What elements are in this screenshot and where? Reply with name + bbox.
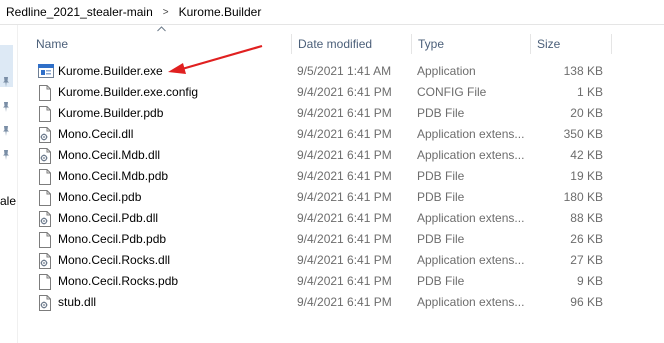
file-date-modified: 9/4/2021 6:41 PM [297, 106, 392, 120]
file-date-modified: 9/4/2021 6:41 PM [297, 127, 392, 141]
column-header-name[interactable]: Name [30, 34, 292, 54]
navigation-pane[interactable]: ale [0, 25, 18, 343]
pin-icon[interactable] [0, 76, 12, 88]
file-size: 20 KB [570, 106, 603, 120]
file-row[interactable]: Kurome.Builder.exe.config 9/4/2021 6:41 P… [34, 82, 611, 103]
file-name: Mono.Cecil.Mdb.pdb [58, 169, 169, 183]
file-date-modified: 9/4/2021 6:41 PM [297, 85, 392, 99]
exe-application-icon [38, 61, 54, 82]
file-size: 19 KB [570, 169, 603, 183]
file-type: PDB File [417, 169, 465, 183]
file-size: 88 KB [570, 211, 603, 225]
file-type: Application [417, 64, 476, 78]
file-type: PDB File [417, 232, 465, 246]
dll-file-icon [38, 208, 54, 229]
file-size: 1 KB [576, 85, 603, 99]
dll-file-icon [38, 124, 54, 145]
breadcrumb-separator-icon[interactable]: > [155, 7, 177, 18]
file-type: CONFIG File [417, 85, 487, 99]
file-name: Mono.Cecil.pdb [58, 190, 142, 204]
file-name: Mono.Cecil.Mdb.dll [58, 148, 161, 162]
pdb-file-icon [38, 271, 54, 292]
file-date-modified: 9/4/2021 6:41 PM [297, 253, 392, 267]
file-type: Application extens... [417, 253, 525, 267]
file-row[interactable]: Mono.Cecil.Mdb.dll 9/4/2021 6:41 PM Applic… [34, 145, 611, 166]
pdb-file-icon [38, 103, 54, 124]
dll-file-icon [38, 250, 54, 271]
file-name: Mono.Cecil.Pdb.pdb [58, 232, 167, 246]
file-size: 42 KB [570, 148, 603, 162]
file-date-modified: 9/4/2021 6:41 PM [297, 232, 392, 246]
dll-file-icon [38, 145, 54, 166]
file-name: Mono.Cecil.Pdb.dll [58, 211, 159, 225]
file-size: 350 KB [563, 127, 603, 141]
column-header-size[interactable]: Size [530, 34, 612, 54]
file-date-modified: 9/4/2021 6:41 PM [297, 148, 392, 162]
file-size: 138 KB [563, 64, 603, 78]
file-date-modified: 9/4/2021 6:41 PM [297, 169, 392, 183]
file-row[interactable]: Mono.Cecil.Rocks.dll 9/4/2021 6:41 PM Appl… [34, 250, 611, 271]
sort-ascending-icon: ^ [157, 26, 166, 32]
file-type: PDB File [417, 190, 465, 204]
file-type: PDB File [417, 106, 465, 120]
file-size: 180 KB [563, 190, 603, 204]
pdb-file-icon [38, 229, 54, 250]
breadcrumb: Redline_2021_stealer-main > Kurome.Build… [0, 0, 664, 25]
file-row[interactable]: Mono.Cecil.Pdb.pdb 9/4/2021 6:41 PM PDB Fi… [34, 229, 611, 250]
file-name: Kurome.Builder.exe [58, 64, 163, 78]
file-row[interactable]: Mono.Cecil.Pdb.dll 9/4/2021 6:41 PM Applic… [34, 208, 611, 229]
pin-icon[interactable] [0, 125, 12, 137]
file-row[interactable]: Mono.Cecil.Rocks.pdb 9/4/2021 6:41 PM PDB … [34, 271, 611, 292]
file-date-modified: 9/5/2021 1:41 AM [297, 64, 392, 78]
column-header-type[interactable]: Type [411, 34, 530, 54]
file-date-modified: 9/4/2021 6:41 PM [297, 295, 392, 309]
dll-file-icon [38, 292, 54, 313]
file-date-modified: 9/4/2021 6:41 PM [297, 190, 392, 204]
file-type: Application extens... [417, 211, 525, 225]
pin-icon[interactable] [0, 101, 12, 113]
file-type: Application extens... [417, 148, 525, 162]
file-type: PDB File [417, 274, 465, 288]
file-row[interactable]: Kurome.Builder.exe 9/5/2021 1:41 AM Applic… [34, 61, 611, 82]
breadcrumb-item-redline-folder[interactable]: Redline_2021_stealer-main [4, 5, 155, 19]
config-file-icon [38, 82, 54, 103]
file-type: Application extens... [417, 295, 525, 309]
column-divider[interactable] [611, 34, 612, 54]
file-name: Mono.Cecil.Rocks.dll [58, 253, 171, 267]
pdb-file-icon [38, 187, 54, 208]
file-row[interactable]: Mono.Cecil.dll 9/4/2021 6:41 PM Applicatio… [34, 124, 611, 145]
file-name: Mono.Cecil.Rocks.pdb [58, 274, 179, 288]
file-name: Kurome.Builder.exe.config [58, 85, 199, 99]
file-size: 27 KB [570, 253, 603, 267]
file-name: Mono.Cecil.dll [58, 127, 134, 141]
file-size: 96 KB [570, 295, 603, 309]
file-type: Application extens... [417, 127, 525, 141]
file-date-modified: 9/4/2021 6:41 PM [297, 274, 392, 288]
file-row[interactable]: stub.dll 9/4/2021 6:41 PM Application exte… [34, 292, 611, 313]
file-row[interactable]: Mono.Cecil.pdb 9/4/2021 6:41 PM PDB File 18… [34, 187, 611, 208]
file-size: 26 KB [570, 232, 603, 246]
file-name: Kurome.Builder.pdb [58, 106, 164, 120]
file-row[interactable]: Kurome.Builder.pdb 9/4/2021 6:41 PM PDB Fi… [34, 103, 611, 124]
file-name: stub.dll [58, 295, 97, 309]
file-row[interactable]: Mono.Cecil.Mdb.pdb 9/4/2021 6:41 PM PDB Fi… [34, 166, 611, 187]
navigation-item-label[interactable]: ale [0, 194, 16, 208]
pin-icon[interactable] [0, 149, 12, 161]
file-date-modified: 9/4/2021 6:41 PM [297, 211, 392, 225]
column-header-date-modified[interactable]: Date modified [291, 34, 410, 54]
pdb-file-icon [38, 166, 54, 187]
file-size: 9 KB [576, 274, 603, 288]
breadcrumb-item-kurome-builder[interactable]: Kurome.Builder [177, 5, 264, 19]
